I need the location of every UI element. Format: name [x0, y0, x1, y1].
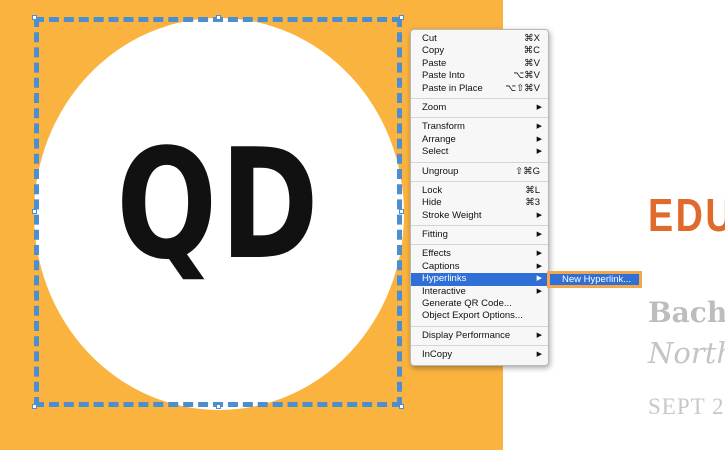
menu-item-label: Hide — [422, 197, 442, 209]
submenu-arrow-icon: ▶ — [536, 103, 542, 111]
date-text: SEPT 2 — [648, 394, 725, 419]
menu-item-fitting[interactable]: Fitting ▶ — [411, 229, 548, 241]
menu-item-label: Object Export Options... — [422, 310, 523, 322]
menu-item-captions[interactable]: Captions ▶ — [411, 261, 548, 273]
submenu-arrow-icon: ▶ — [536, 331, 542, 339]
resize-handle-bottom-left[interactable] — [32, 404, 37, 409]
menu-item-cut[interactable]: Cut ⌘X — [411, 33, 548, 45]
menu-item-shortcut: ⌘V — [524, 57, 540, 69]
selected-frame[interactable] — [34, 17, 402, 407]
menu-item-label: Zoom — [422, 101, 447, 113]
menu-item-label: Select — [422, 146, 449, 158]
menu-item-label: Paste in Place — [422, 82, 483, 94]
menu-item-shortcut: ⌘L — [525, 184, 540, 196]
menu-item-label: Lock — [422, 184, 443, 196]
menu-item-label: Cut — [422, 33, 437, 44]
submenu-arrow-icon: ▶ — [536, 148, 542, 156]
menu-separator — [411, 244, 548, 246]
menu-item-label: Display Performance — [422, 329, 511, 341]
menu-item-shortcut: ⌘X — [524, 33, 540, 44]
menu-separator — [411, 180, 548, 182]
resize-handle-top-right[interactable] — [399, 15, 404, 20]
menu-item-label: Stroke Weight — [422, 209, 482, 221]
resize-handle-bottom-center[interactable] — [216, 404, 221, 409]
menu-item-generate-qr-code[interactable]: Generate QR Code... — [411, 298, 548, 310]
menu-item-shortcut: ⌘C — [523, 45, 540, 57]
menu-item-stroke-weight[interactable]: Stroke Weight ▶ — [411, 210, 548, 222]
school-text: North — [648, 336, 725, 370]
menu-separator — [411, 117, 548, 119]
submenu-arrow-icon: ▶ — [536, 287, 542, 295]
menu-separator — [411, 97, 548, 99]
menu-item-effects[interactable]: Effects ▶ — [411, 248, 548, 260]
menu-item-copy[interactable]: Copy ⌘C — [411, 45, 548, 57]
menu-item-ungroup[interactable]: Ungroup ⇧⌘G — [411, 166, 548, 178]
menu-item-paste-into[interactable]: Paste Into ⌥⌘V — [411, 70, 548, 82]
menu-item-paste[interactable]: Paste ⌘V — [411, 58, 548, 70]
menu-item-paste-in-place[interactable]: Paste in Place ⌥⇧⌘V — [411, 83, 548, 95]
degree-text: Bach — [648, 296, 725, 329]
menu-item-label: Fitting — [422, 229, 448, 241]
menu-separator — [411, 345, 548, 347]
menu-item-label: Interactive — [422, 285, 466, 297]
submenu-new-hyperlink[interactable]: New Hyperlink... — [547, 271, 642, 288]
menu-item-label: InCopy — [422, 349, 453, 361]
resize-handle-bottom-right[interactable] — [399, 404, 404, 409]
menu-item-label: Hyperlinks — [422, 273, 467, 285]
submenu-arrow-icon: ▶ — [536, 135, 542, 143]
new-hyperlink-label: New Hyperlink... — [562, 274, 632, 285]
menu-item-incopy[interactable]: InCopy ▶ — [411, 349, 548, 361]
resize-handle-middle-right[interactable] — [399, 209, 404, 214]
menu-item-hide[interactable]: Hide ⌘3 — [411, 197, 548, 209]
menu-separator — [411, 325, 548, 327]
submenu-arrow-icon: ▶ — [536, 231, 542, 239]
menu-item-display-performance[interactable]: Display Performance ▶ — [411, 330, 548, 342]
menu-item-label: Effects — [422, 248, 451, 260]
resize-handle-top-center[interactable] — [216, 15, 221, 20]
menu-item-label: Ungroup — [422, 165, 459, 177]
submenu-arrow-icon: ▶ — [536, 351, 542, 359]
submenu-arrow-icon: ▶ — [536, 211, 542, 219]
menu-separator — [411, 225, 548, 227]
menu-item-select[interactable]: Select ▶ — [411, 146, 548, 158]
submenu-arrow-icon: ▶ — [536, 275, 542, 283]
menu-item-interactive[interactable]: Interactive ▶ — [411, 286, 548, 298]
menu-item-label: Copy — [422, 45, 445, 57]
menu-item-label: Paste Into — [422, 70, 465, 82]
menu-item-label: Generate QR Code... — [422, 298, 512, 310]
submenu-arrow-icon: ▶ — [536, 123, 542, 131]
resize-handle-middle-left[interactable] — [32, 209, 37, 214]
menu-item-lock[interactable]: Lock ⌘L — [411, 185, 548, 197]
menu-item-shortcut: ⌥⌘V — [513, 70, 540, 82]
menu-item-label: Paste — [422, 57, 447, 69]
menu-item-hyperlinks[interactable]: Hyperlinks ▶ — [411, 273, 548, 286]
resize-handle-top-left[interactable] — [32, 15, 37, 20]
menu-item-shortcut: ⌥⇧⌘V — [505, 82, 540, 94]
menu-item-label: Captions — [422, 260, 460, 272]
menu-item-label: Transform — [422, 121, 465, 133]
menu-item-shortcut: ⌘3 — [525, 197, 540, 209]
education-heading: EDU — [648, 189, 725, 241]
menu-item-zoom[interactable]: Zoom ▶ — [411, 102, 548, 114]
submenu-arrow-icon: ▶ — [536, 250, 542, 258]
menu-item-label: Arrange — [422, 133, 456, 145]
menu-item-transform[interactable]: Transform ▶ — [411, 121, 548, 133]
menu-separator — [411, 161, 548, 163]
context-menu: Cut ⌘X Copy ⌘C Paste ⌘V Paste Into ⌥⌘V Paste… — [410, 29, 549, 366]
menu-item-object-export-options[interactable]: Object Export Options... — [411, 310, 548, 322]
menu-item-shortcut: ⇧⌘G — [515, 165, 540, 177]
submenu-arrow-icon: ▶ — [536, 262, 542, 270]
menu-item-arrange[interactable]: Arrange ▶ — [411, 134, 548, 146]
